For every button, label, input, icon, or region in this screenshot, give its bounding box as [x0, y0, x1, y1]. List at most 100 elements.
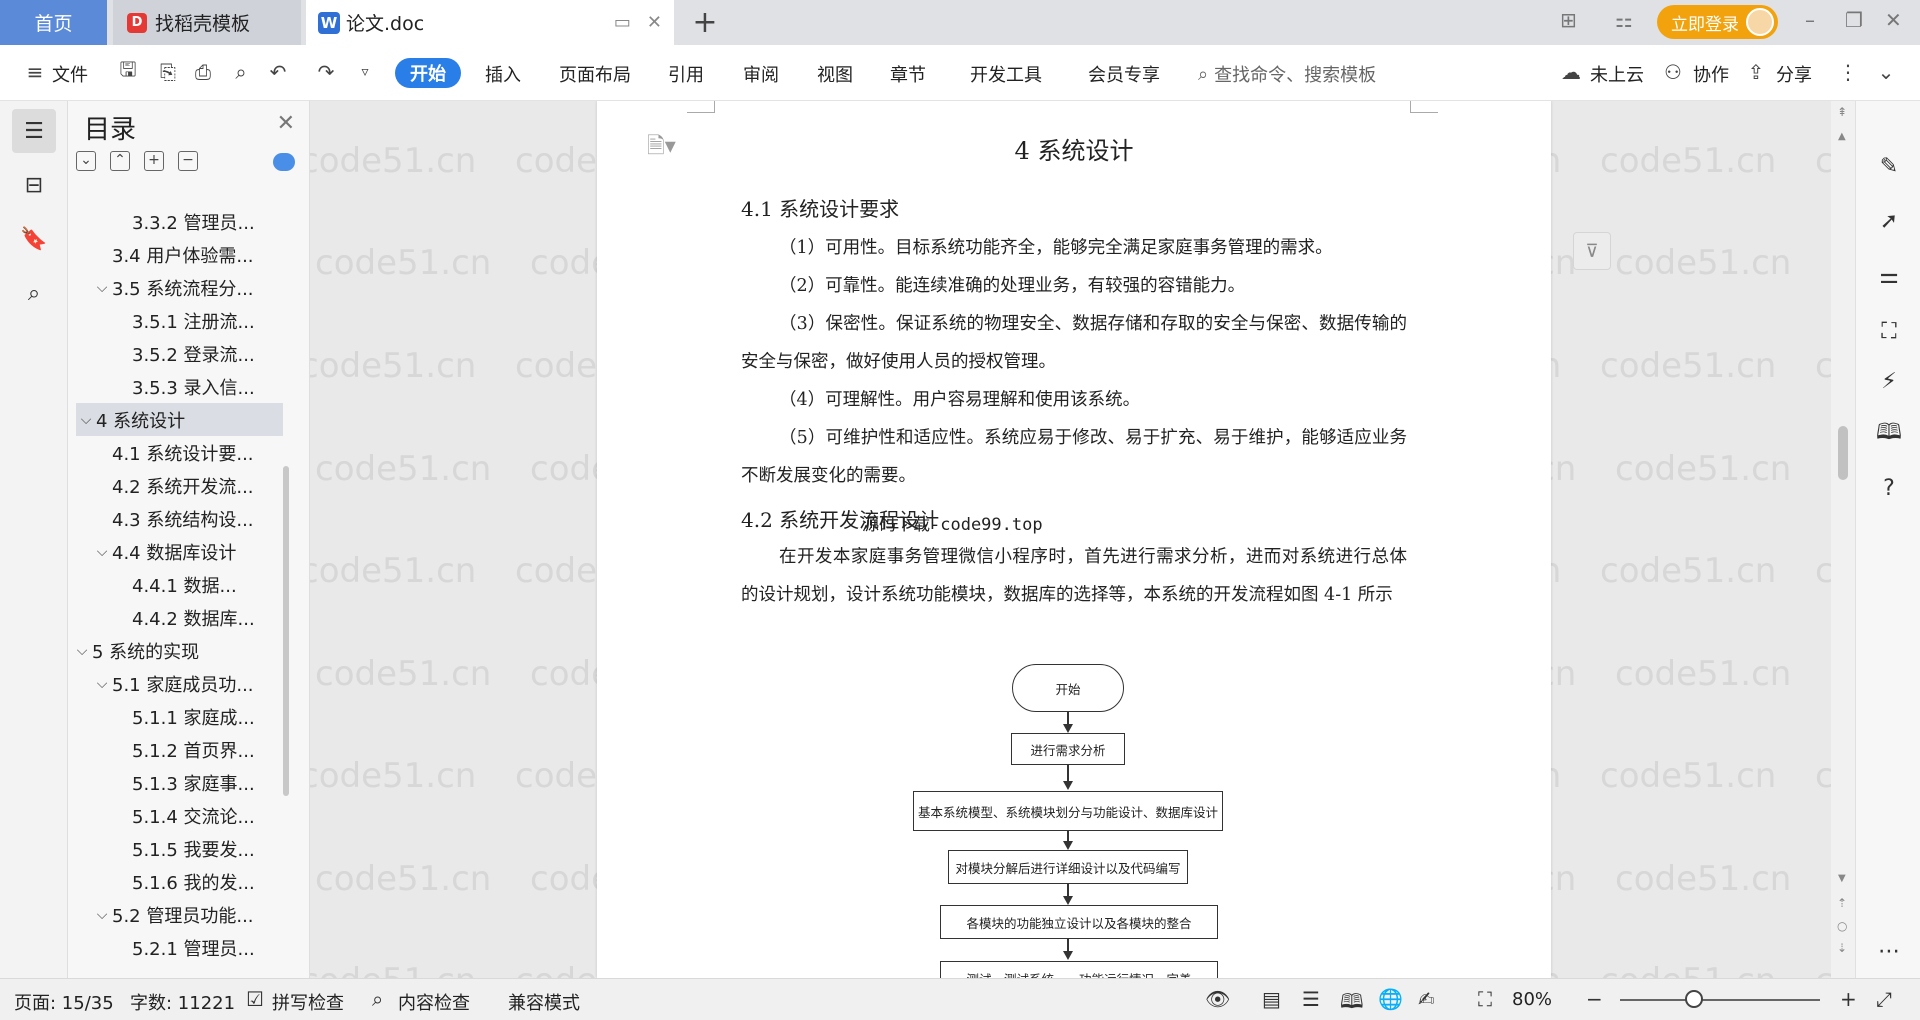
cursor-select-icon[interactable]: ➚	[1874, 206, 1904, 236]
toc-item[interactable]: 4.3 系统结构设...	[68, 502, 309, 535]
prev-page-icon[interactable]: ⇡	[1837, 896, 1847, 910]
ribbon-tab-developer[interactable]: 开发工具	[970, 61, 1042, 87]
page-indicator[interactable]: 页面: 15/35	[14, 989, 114, 1015]
minimize-icon[interactable]: –	[1805, 8, 1815, 32]
restore-icon[interactable]: ❐	[1845, 8, 1863, 32]
print-preview-icon[interactable]: ⌕	[228, 59, 254, 85]
more-options-icon[interactable]: ⋮	[1835, 59, 1861, 85]
toc-item[interactable]: 3.5.1 注册流...	[68, 304, 309, 337]
ribbon-tab-view[interactable]: 视图	[817, 61, 853, 87]
document-page[interactable]: 🗎▾ 4 系统设计 4.1 系统设计要求 （1）可用性。目标系统功能齐全，能够完…	[597, 101, 1551, 978]
tab-template[interactable]: D 找稻壳模板	[113, 0, 301, 45]
zoom-slider[interactable]	[1620, 999, 1820, 1001]
toc-item[interactable]: 3.5.3 录入信...	[68, 370, 309, 403]
web-view-icon[interactable]: 🌐	[1378, 987, 1403, 1011]
toc-item[interactable]: 5.1.2 首页界...	[68, 733, 309, 766]
close-tab-icon[interactable]: ✕	[647, 12, 662, 33]
print-icon[interactable]: ⎙	[190, 59, 216, 85]
adjust-sliders-icon[interactable]: ⚌	[1874, 261, 1904, 291]
chevron-down-icon[interactable]: ⌵	[76, 412, 96, 428]
scroll-thumb[interactable]	[1838, 426, 1848, 480]
ribbon-tab-chapter[interactable]: 章节	[890, 61, 926, 87]
toc-item[interactable]: 4.1 系统设计要...	[68, 436, 309, 469]
toc-item[interactable]: 4.4.1 数据...	[68, 568, 309, 601]
toc-item[interactable]: ⌵ 4 系统设计	[76, 403, 283, 436]
ribbon-tab-member[interactable]: 会员专享	[1088, 61, 1160, 87]
toc-item[interactable]: ⌵ 4.4 数据库设计	[68, 535, 309, 568]
write-mode-icon[interactable]: ✍	[1418, 987, 1435, 1011]
collab-button[interactable]: 协作	[1693, 61, 1729, 87]
new-tab-button[interactable]: +	[690, 5, 720, 40]
toc-item[interactable]: 5.1.1 家庭成...	[68, 700, 309, 733]
share-icon[interactable]: ⇪	[1743, 59, 1769, 85]
scroll-up-icon[interactable]: ▲	[1838, 131, 1846, 142]
menu-icon[interactable]: ≡	[22, 59, 48, 85]
ai-assist-icon[interactable]: ⚡	[1874, 366, 1904, 396]
login-button[interactable]: 立即登录	[1657, 5, 1778, 39]
ribbon-tab-insert[interactable]: 插入	[485, 61, 521, 87]
navigation-icon[interactable]: ⊟	[12, 163, 56, 207]
fullscreen-icon[interactable]: ⤢	[1876, 987, 1892, 1011]
toc-scrollbar[interactable]	[283, 466, 289, 796]
toc-item[interactable]: ⌵ 3.5 系统流程分...	[68, 271, 309, 304]
eye-protection-icon[interactable]: 👁	[1205, 987, 1230, 1011]
ribbon-tab-references[interactable]: 引用	[668, 61, 704, 87]
chevron-down-icon[interactable]: ⌵	[92, 676, 112, 692]
chevron-down-icon[interactable]: ⌵	[72, 643, 92, 659]
toc-item[interactable]: 3.4 用户体验需...	[68, 238, 309, 271]
more-tools-icon[interactable]: ⋯	[1874, 936, 1904, 966]
toc-item[interactable]: 4.4.2 数据库...	[68, 601, 309, 634]
document-scrollbar[interactable]: ⇞ ▲ ▼ ⇡ ○ ⇣	[1831, 101, 1855, 978]
select-browse-icon[interactable]: ○	[1837, 919, 1847, 933]
tab-home[interactable]: 首页	[0, 0, 107, 45]
redo-icon[interactable]: ↷	[313, 59, 339, 85]
scroll-down-icon[interactable]: ▼	[1838, 873, 1846, 884]
scroll-top-icon[interactable]: ⇞	[1837, 105, 1847, 119]
share-button[interactable]: 分享	[1776, 61, 1812, 87]
fit-page-icon[interactable]: ⛶	[1478, 987, 1492, 1011]
collapse-all-icon[interactable]: ⌃	[110, 151, 130, 171]
image-tool-icon[interactable]: ⛶	[1874, 316, 1904, 346]
collab-icon[interactable]: ⚇	[1660, 59, 1686, 85]
toc-item[interactable]: ⌵ 5 系统的实现	[68, 634, 309, 667]
pen-edit-icon[interactable]: ✎	[1874, 151, 1904, 181]
zoom-level[interactable]: 80%	[1512, 989, 1552, 1010]
expand-all-icon[interactable]: ⌄	[76, 151, 96, 171]
toc-item[interactable]: 5.1.5 我要发...	[68, 832, 309, 865]
word-count[interactable]: 字数: 11221	[130, 989, 235, 1015]
toc-panel-icon[interactable]: ☰	[12, 109, 56, 153]
page-view-icon[interactable]: ▤	[1262, 987, 1281, 1011]
undo-icon[interactable]: ↶	[265, 59, 291, 85]
toc-item[interactable]: 5.1.6 我的发...	[68, 865, 309, 898]
toc-toggle-switch[interactable]	[273, 153, 295, 171]
zoom-out-icon[interactable]: −	[1586, 987, 1603, 1011]
find-icon[interactable]: ⌕	[12, 271, 56, 315]
bookmark-icon[interactable]: 🔖	[12, 217, 56, 261]
chevron-down-icon[interactable]: ⌵	[92, 544, 112, 560]
more-dropdown-icon[interactable]: ▿	[352, 59, 378, 85]
cloud-status[interactable]: 未上云	[1590, 61, 1644, 87]
content-check-button[interactable]: 内容检查	[398, 989, 470, 1015]
ribbon-tab-layout[interactable]: 页面布局	[559, 61, 631, 87]
toc-item[interactable]: 5.1.3 家庭事...	[68, 766, 309, 799]
apps-grid-icon[interactable]: ⚏	[1615, 8, 1633, 32]
save-icon[interactable]: 🖫	[115, 57, 141, 85]
next-page-icon[interactable]: ⇣	[1837, 941, 1847, 955]
read-mode-icon[interactable]: 🕮	[1874, 419, 1904, 449]
toc-item[interactable]: 5.1.4 交流论...	[68, 799, 309, 832]
close-icon[interactable]: ✕	[277, 111, 295, 136]
add-heading-icon[interactable]: +	[144, 151, 164, 171]
reading-view-icon[interactable]: 🕮	[1340, 987, 1364, 1020]
toc-item[interactable]: 5.2.1 管理员...	[68, 931, 309, 964]
spell-check-button[interactable]: 拼写检查	[272, 989, 344, 1015]
toc-item[interactable]: 3.3.2 管理员...	[68, 205, 309, 238]
close-window-icon[interactable]: ✕	[1885, 8, 1902, 32]
toc-item[interactable]: ⌵ 5.2 管理员功能...	[68, 898, 309, 931]
outline-view-icon[interactable]: ☰	[1302, 987, 1320, 1011]
ribbon-tab-review[interactable]: 审阅	[743, 61, 779, 87]
ribbon-tab-start[interactable]: 开始	[395, 58, 461, 88]
export-pdf-icon[interactable]: ⎘	[155, 59, 181, 85]
toc-item[interactable]: 3.5.2 登录流...	[68, 337, 309, 370]
zoom-slider-handle[interactable]	[1685, 990, 1703, 1008]
tab-document[interactable]: W 论文.doc ▭ ✕	[306, 0, 674, 45]
